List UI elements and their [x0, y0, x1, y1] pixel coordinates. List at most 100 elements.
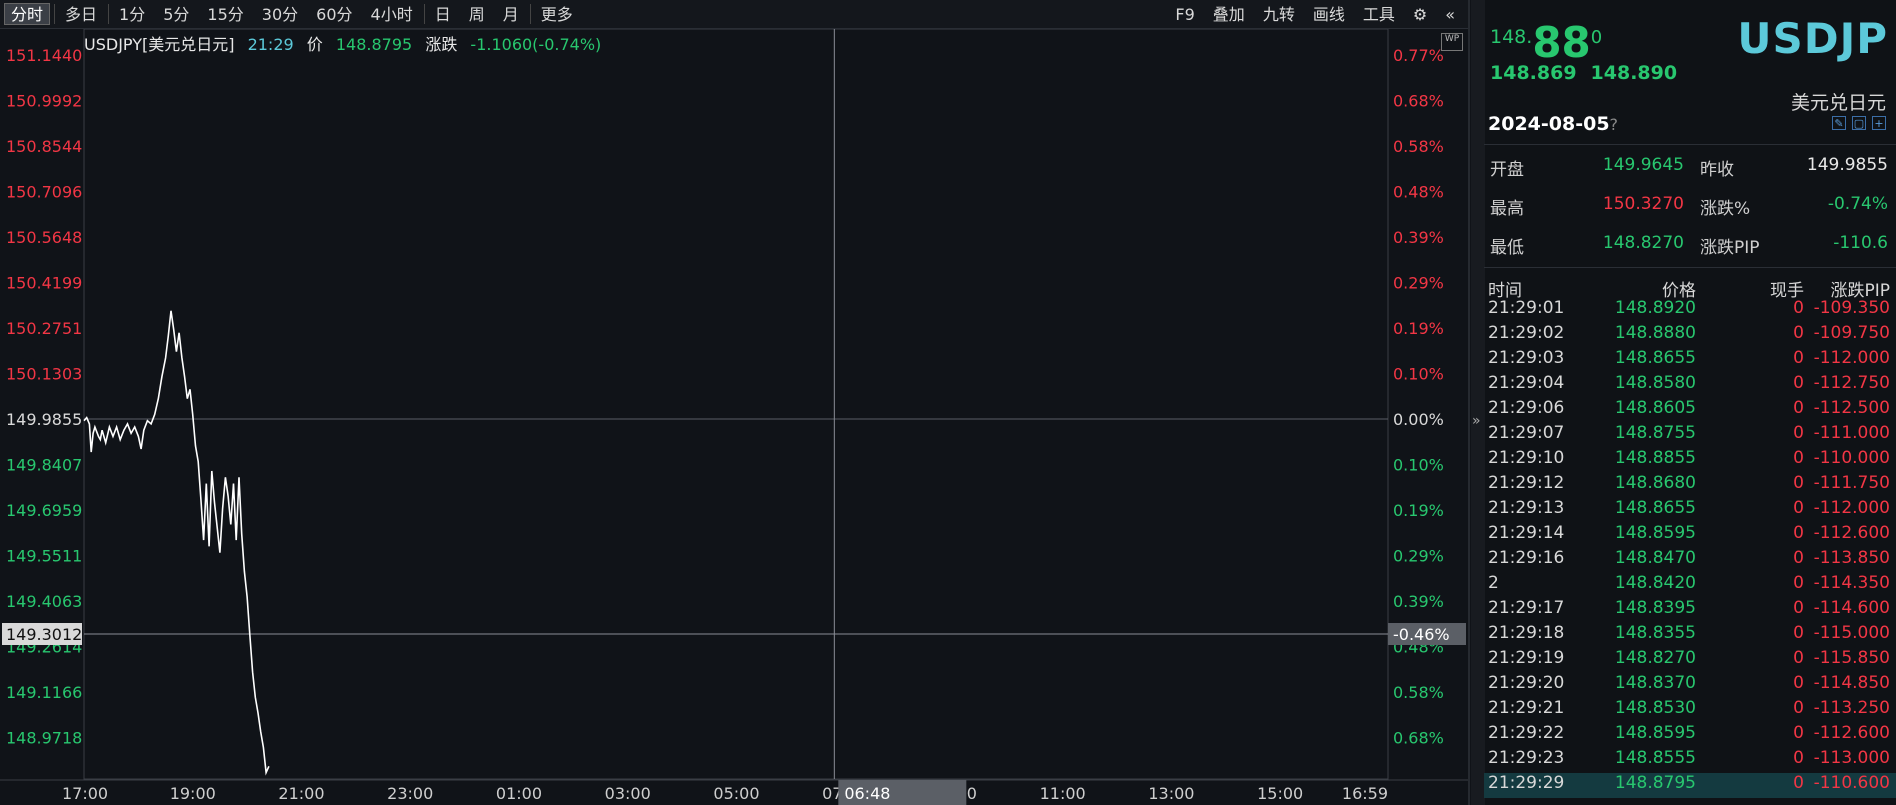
x-tick-label: 21:00 [278, 784, 324, 803]
y-tick-label: 148.9718 [6, 729, 82, 748]
tab-period-0[interactable]: 分时 [4, 3, 51, 25]
toolbar-action-3[interactable]: 画线 [1306, 3, 1352, 25]
tick-row[interactable]: 21:29:04 148.8580 0 -112.750 [1484, 373, 1896, 398]
tick-row[interactable]: 2 148.8420 0 -114.350 [1484, 573, 1896, 598]
y-tick-label: 149.8407 [6, 456, 82, 475]
y-tick-label: 150.9992 [6, 92, 82, 111]
tab-period-8[interactable]: 日 [428, 3, 458, 25]
tick-pip: -112.600 [1813, 723, 1890, 743]
collapse-bar[interactable] [1471, 0, 1485, 805]
tick-pip: -113.250 [1813, 698, 1890, 718]
tick-row[interactable]: 21:29:07 148.8755 0 -111.000 [1484, 423, 1896, 448]
tick-price: 148.8795 [1614, 773, 1696, 793]
toolbar-action-1[interactable]: 叠加 [1206, 3, 1252, 25]
tick-vol: 0 [1793, 473, 1804, 493]
gear-icon[interactable]: ⚙ [1406, 3, 1434, 25]
y-tick-label: 149.9855 [6, 410, 82, 429]
double-chevron-left-icon[interactable]: « [1438, 3, 1462, 25]
tick-row[interactable]: 21:29:29 148.8795 0 -110.600 [1484, 773, 1896, 798]
tab-period-3[interactable]: 5分 [156, 3, 196, 25]
tick-time: 21:29:14 [1488, 523, 1565, 543]
expand-chevron-icon[interactable]: » [1472, 413, 1481, 429]
crosshair-pct-label: -0.46% [1393, 625, 1450, 644]
x-tick-label: 05:00 [713, 784, 759, 803]
tick-price: 148.8370 [1614, 673, 1696, 693]
tick-vol: 0 [1793, 698, 1804, 718]
tick-row[interactable]: 21:29:01 148.8920 0 -109.350 [1484, 298, 1896, 323]
open-value: 149.9645 [1602, 155, 1684, 175]
tick-row[interactable]: 21:29:13 148.8655 0 -112.000 [1484, 498, 1896, 523]
tick-vol: 0 [1793, 498, 1804, 518]
tick-row[interactable]: 21:29:06 148.8605 0 -112.500 [1484, 398, 1896, 423]
low-label: 最低 [1490, 238, 1524, 258]
tab-period-7[interactable]: 4小时 [364, 3, 420, 25]
toolbar: 分时 多日 1分 5分 15分 30分 60分 4小时日周月更多 F9 叠加 九转 画线 工具 ⚙ « [0, 0, 1468, 29]
tab-period-2[interactable]: 1分 [112, 3, 152, 25]
pct-tick-label: 0.10% [1393, 456, 1444, 475]
tick-row[interactable]: 21:29:02 148.8880 0 -109.750 [1484, 323, 1896, 348]
toolbar-actions: F9 叠加 九转 画线 工具 ⚙ « [1164, 3, 1462, 25]
y-tick-label: 149.1166 [6, 683, 82, 702]
tick-row[interactable]: 21:29:17 148.8395 0 -114.600 [1484, 598, 1896, 623]
tab-period-9[interactable]: 周 [462, 3, 492, 25]
ask-value: 148.890 [1590, 62, 1678, 84]
tick-row[interactable]: 21:29:19 148.8270 0 -115.850 [1484, 648, 1896, 673]
toolbar-action-4[interactable]: 工具 [1356, 3, 1402, 25]
tick-time: 21:29:16 [1488, 548, 1565, 568]
tab-period-5[interactable]: 30分 [255, 3, 305, 25]
pct-tick-label: 0.10% [1393, 365, 1444, 384]
intraday-chart[interactable]: 151.1440 0.77% 150.9992 0.68% 150.8544 0.58% 1… [0, 29, 1468, 805]
pct-tick-label: 0.19% [1393, 501, 1444, 520]
change-pip-value: -110.6 [1833, 233, 1888, 253]
prev-close-value: 149.9855 [1806, 155, 1888, 175]
x-tick-label: 23:00 [387, 784, 433, 803]
prev-close-label: 昨收 [1700, 160, 1734, 180]
edit-icon[interactable]: ✎ [1832, 116, 1846, 130]
window-icon[interactable]: ▢ [1852, 116, 1866, 130]
tick-pip: -112.000 [1813, 348, 1890, 368]
tick-row[interactable]: 21:29:22 148.8595 0 -112.600 [1484, 723, 1896, 748]
tick-row[interactable]: 21:29:21 148.8530 0 -113.250 [1484, 698, 1896, 723]
tick-pip: -115.000 [1813, 623, 1890, 643]
tick-time: 21:29:23 [1488, 748, 1565, 768]
tick-time: 2 [1488, 573, 1499, 593]
tick-pip: -112.000 [1813, 498, 1890, 518]
tick-vol: 0 [1793, 423, 1804, 443]
tick-price: 148.8920 [1614, 298, 1696, 318]
tick-row[interactable]: 21:29:18 148.8355 0 -115.000 [1484, 623, 1896, 648]
tick-time: 21:29:07 [1488, 423, 1565, 443]
toolbar-action-2[interactable]: 九转 [1256, 3, 1302, 25]
tick-vol: 0 [1793, 348, 1804, 368]
tab-period-4[interactable]: 15分 [200, 3, 250, 25]
tab-period-6[interactable]: 60分 [309, 3, 359, 25]
tick-price: 148.8355 [1614, 623, 1696, 643]
tick-row[interactable]: 21:29:20 148.8370 0 -114.850 [1484, 673, 1896, 698]
tick-row[interactable]: 21:29:12 148.8680 0 -111.750 [1484, 473, 1896, 498]
tick-price: 148.8470 [1614, 548, 1696, 568]
date-help-icon[interactable]: ? [1610, 115, 1619, 134]
bid-price-big: 148.880 [1490, 18, 1602, 67]
bid-price-prefix: 148. [1490, 26, 1533, 48]
tick-row[interactable]: 21:29:03 148.8655 0 -112.000 [1484, 348, 1896, 373]
tick-row[interactable]: 21:29:10 148.8855 0 -110.000 [1484, 448, 1896, 473]
tab-period-1[interactable]: 多日 [58, 3, 104, 25]
toolbar-separator [423, 4, 425, 24]
bid-price-tail: 0 [1590, 27, 1603, 48]
toolbar-action-0[interactable]: F9 [1168, 3, 1201, 25]
tab-period-11[interactable]: 更多 [534, 3, 580, 25]
tick-price: 148.8420 [1614, 573, 1696, 593]
tick-row[interactable]: 21:29:14 148.8595 0 -112.600 [1484, 523, 1896, 548]
crosshair-price-label: 149.3012 [6, 625, 82, 644]
tick-price: 148.8395 [1614, 598, 1696, 618]
add-icon[interactable]: + [1872, 116, 1886, 130]
tab-period-10[interactable]: 月 [496, 3, 526, 25]
tick-row[interactable]: 21:29:16 148.8470 0 -113.850 [1484, 548, 1896, 573]
pct-tick-label: 0.19% [1393, 319, 1444, 338]
open-label: 开盘 [1490, 160, 1524, 180]
tick-row[interactable]: 21:29:23 148.8555 0 -113.000 [1484, 748, 1896, 773]
x-tick-label: 16:59 [1342, 784, 1388, 803]
toolbar-separator [54, 4, 56, 24]
tick-price: 148.8855 [1614, 448, 1696, 468]
bid-price-main: 88 [1532, 18, 1591, 67]
tick-vol: 0 [1793, 548, 1804, 568]
